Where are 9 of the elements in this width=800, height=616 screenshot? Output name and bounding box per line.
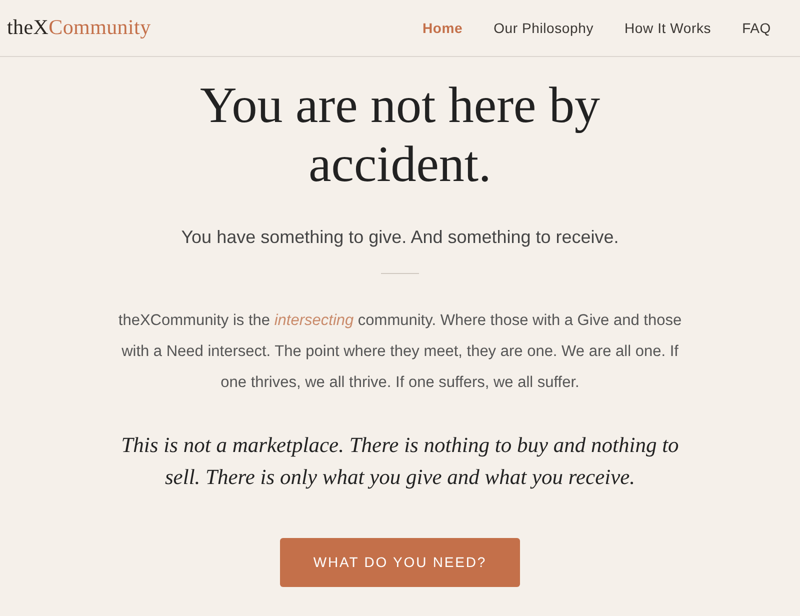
quote-text: This is not a marketplace. There is nothing to buy and nothing to sell. There is only what you give and what you receive. xyxy=(120,432,680,491)
need-button[interactable]: WHAT DO YOU NEED? xyxy=(280,538,520,587)
nav-link[interactable]: Our Philosophy xyxy=(494,18,594,38)
page-heading: You are not here by accident. xyxy=(199,77,601,195)
intro-paragraph: theXCommunity is the intersecting community. Where those with a Give and those with a Need intersect. The point where they meet, they are one. We are all one. If one thrives, we all thrive. If one suffers, we all suffer. xyxy=(117,311,683,393)
logo-link[interactable]: theXCommunity xyxy=(7,12,151,44)
nav-link[interactable]: FAQ xyxy=(742,18,771,38)
subtitle-text: You have something to give. And something to receive. xyxy=(181,226,619,249)
nav-link[interactable]: How It Works xyxy=(624,18,712,38)
